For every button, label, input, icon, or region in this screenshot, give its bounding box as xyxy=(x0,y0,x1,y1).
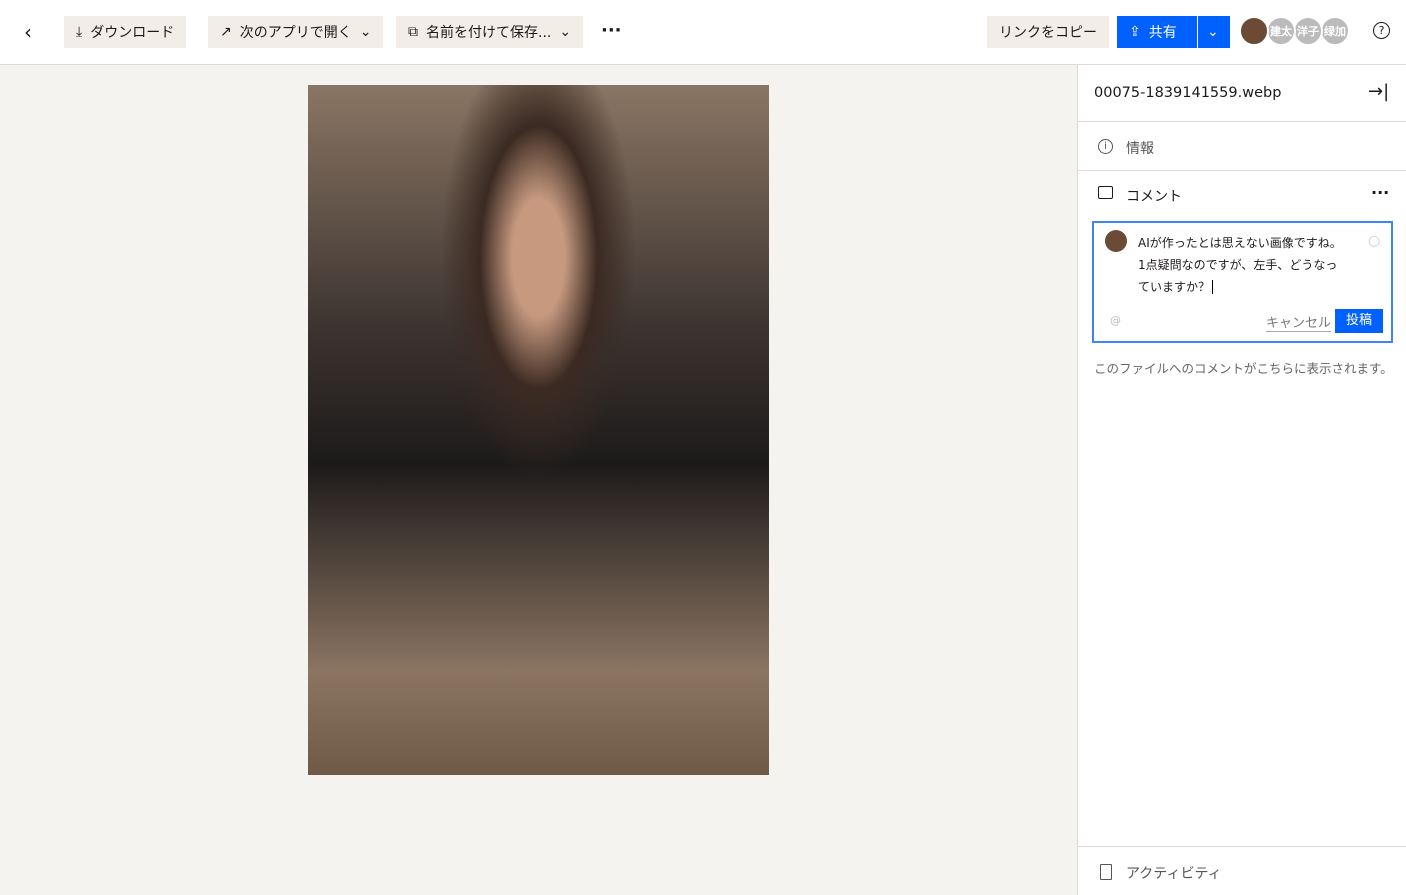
preview-area xyxy=(0,65,1077,895)
mention-icon[interactable]: @ xyxy=(1110,314,1121,327)
post-button[interactable]: 投稿 xyxy=(1335,309,1383,333)
copy-file-icon: ⧉ xyxy=(408,24,418,40)
help-icon[interactable]: ? xyxy=(1373,22,1390,39)
info-icon: i xyxy=(1098,139,1113,154)
comments-more-icon[interactable]: ··· xyxy=(1371,183,1389,202)
chevron-down-icon: ⌄ xyxy=(1207,24,1219,40)
share-button[interactable]: ⇪ 共有 xyxy=(1117,16,1197,48)
activity-file-icon xyxy=(1100,864,1112,880)
share-dropdown[interactable]: ⌄ xyxy=(1198,16,1230,48)
comments-heading: コメント xyxy=(1126,189,1182,205)
add-emoji-icon[interactable]: ○ xyxy=(1368,233,1380,249)
avatar[interactable]: 建太 xyxy=(1266,16,1296,46)
activity-section[interactable]: アクティビティ xyxy=(1078,846,1406,895)
open-with-button[interactable]: ↗ 次のアプリで開く ⌄ xyxy=(208,16,384,48)
external-link-icon: ↗ xyxy=(220,24,232,40)
comment-input[interactable]: AIが作ったとは思えない画像ですね。 1点疑問なのですが、左手、どうなっ ていま… xyxy=(1138,232,1342,298)
panel-header: 00075-1839141559.webp →| xyxy=(1078,65,1406,122)
chevron-down-icon: ⌄ xyxy=(559,24,572,40)
side-panel: 00075-1839141559.webp →| i 情報 コメント ··· A… xyxy=(1077,65,1406,895)
info-section[interactable]: i 情報 xyxy=(1078,122,1406,171)
user-avatar xyxy=(1105,230,1127,252)
image-preview xyxy=(308,85,769,775)
collapse-panel-icon[interactable]: →| xyxy=(1368,81,1389,102)
file-name: 00075-1839141559.webp xyxy=(1094,85,1282,101)
chevron-down-icon: ⌄ xyxy=(359,24,372,40)
cancel-button[interactable]: キャンセル xyxy=(1266,312,1332,332)
back-icon[interactable]: ‹ xyxy=(24,20,32,44)
copy-link-button[interactable]: リンクをコピー xyxy=(987,16,1109,48)
user-avatar[interactable] xyxy=(1239,16,1269,46)
top-toolbar: ‹ ⤓ ダウンロード ↗ 次のアプリで開く ⌄ ⧉ 名前を付けて保存... ⌄ ··· リ… xyxy=(0,0,1406,65)
avatar[interactable]: 绿加 xyxy=(1320,16,1350,46)
more-icon[interactable]: ··· xyxy=(601,20,622,41)
comment-composer[interactable]: AIが作ったとは思えない画像ですね。 1点疑問なのですが、左手、どうなっ ていま… xyxy=(1092,221,1393,343)
download-button[interactable]: ⤓ ダウンロード xyxy=(64,16,187,48)
download-icon: ⤓ xyxy=(76,24,83,40)
comment-icon xyxy=(1098,186,1113,199)
share-icon: ⇪ xyxy=(1129,24,1141,40)
empty-comments-hint: このファイルへのコメントがこちらに表示されます。 xyxy=(1094,361,1393,376)
save-as-button[interactable]: ⧉ 名前を付けて保存... ⌄ xyxy=(396,16,584,48)
avatar[interactable]: 洋子 xyxy=(1293,16,1323,46)
